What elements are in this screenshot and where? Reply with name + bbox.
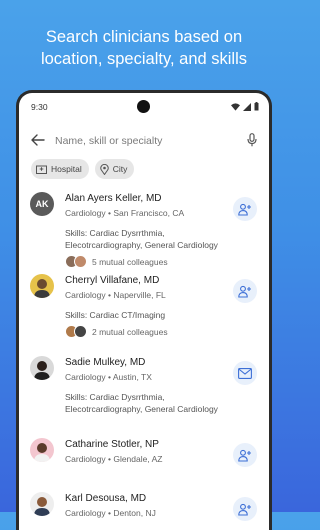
clinician-list: AK Alan Ayers Keller, MD Cardiology • Sa… [19, 189, 269, 529]
wifi-icon [231, 102, 240, 111]
add-connection-button[interactable] [233, 443, 257, 467]
microphone-icon[interactable] [247, 133, 257, 147]
avatar [30, 274, 54, 298]
signal-icon [243, 102, 251, 111]
status-time: 9:30 [31, 102, 48, 112]
search-bar[interactable]: Name, skill or specialty [19, 125, 269, 155]
clinician-name[interactable]: Catharine Stotler, NP [65, 439, 159, 450]
mutual-avatars [65, 255, 87, 268]
person-photo-icon [34, 443, 50, 462]
filter-chip-label: Hospital [51, 164, 82, 174]
clinician-name[interactable]: Cherryl Villafane, MD [65, 275, 159, 286]
add-person-icon [238, 203, 251, 216]
clinician-name[interactable]: Alan Ayers Keller, MD [65, 193, 162, 204]
clinician-name[interactable]: Sadie Mulkey, MD [65, 357, 145, 368]
avatar [30, 356, 54, 380]
skills-line: Skills: Cardiac CT/Imaging [65, 310, 166, 320]
mutual-avatar [74, 325, 87, 338]
clinician-skills: Skills: Cardiac Dysrrthmia, Elecotrcardi… [65, 391, 225, 415]
headline-line-2: location, specialty, and skills [40, 50, 248, 68]
mutual-avatars [65, 325, 87, 338]
mutual-avatar [74, 255, 87, 268]
clinician-card[interactable]: AK Alan Ayers Keller, MD Cardiology • Sa… [19, 189, 269, 271]
add-person-icon [238, 449, 251, 462]
clinician-specialty-location: Cardiology • Naperville, FL [65, 290, 166, 300]
add-connection-button[interactable] [233, 197, 257, 221]
location-pin-icon [100, 163, 109, 175]
avatar: AK [30, 192, 54, 216]
avatar [30, 492, 54, 516]
add-connection-button[interactable] [233, 497, 257, 521]
person-photo-icon [34, 497, 50, 516]
camera-cutout [137, 100, 150, 113]
avatar-initials: AK [35, 199, 49, 209]
clinician-card[interactable]: Sadie Mulkey, MD Cardiology • Austin, TX… [19, 353, 269, 435]
filter-chip-hospital[interactable]: Hospital [31, 159, 89, 179]
clinician-card[interactable]: Karl Desousa, MD Cardiology • Denton, NJ [19, 489, 269, 529]
status-bar: 9:30 [19, 93, 269, 123]
avatar [30, 438, 54, 462]
clinician-skills: Skills: Cardiac CT/Imaging [65, 309, 225, 321]
add-person-icon [238, 503, 251, 516]
person-photo-icon [34, 361, 50, 380]
promo-headline: Search clinicians based on location, spe… [0, 26, 288, 70]
clinician-specialty-location: Cardiology • Glendale, AZ [65, 454, 163, 464]
filter-chips: Hospital City [31, 159, 135, 179]
phone-frame: 9:30 Name, skill or specialty Hospital C… [16, 90, 272, 530]
envelope-icon [238, 367, 252, 379]
person-photo-icon [34, 279, 50, 298]
filter-chip-city[interactable]: City [94, 159, 135, 179]
clinician-specialty-location: Cardiology • San Francisco, CA [65, 208, 185, 218]
mutual-colleagues-count: 2 mutual colleagues [92, 326, 168, 337]
skills-line: Skills: Cardiac Dysrrthmia, [65, 228, 165, 238]
back-arrow-icon[interactable] [31, 133, 45, 147]
headline-line-1: Search clinicians based on [45, 28, 243, 46]
clinician-card[interactable]: Catharine Stotler, NP Cardiology • Glend… [19, 435, 269, 489]
mutual-colleagues[interactable]: 5 mutual colleagues [65, 255, 168, 268]
skills-line: Elecotrcardiography, General Cardiology [65, 240, 218, 250]
battery-icon [254, 102, 259, 111]
search-input[interactable]: Name, skill or specialty [55, 135, 162, 147]
clinician-card[interactable]: Cherryl Villafane, MD Cardiology • Naper… [19, 271, 269, 353]
mutual-colleagues-count: 5 mutual colleagues [92, 256, 168, 267]
filter-chip-label: City [112, 164, 128, 174]
skills-line: Skills: Cardiac Dysrrthmia, [65, 392, 165, 402]
clinician-name[interactable]: Karl Desousa, MD [65, 493, 146, 504]
skills-line: Elecotrcardiography, General Cardiology [65, 404, 218, 414]
add-connection-button[interactable] [233, 279, 257, 303]
system-icons [231, 102, 259, 111]
mutual-colleagues[interactable]: 2 mutual colleagues [65, 325, 168, 338]
message-button[interactable] [233, 361, 257, 385]
add-person-icon [238, 285, 251, 298]
clinician-specialty-location: Cardiology • Austin, TX [65, 372, 152, 382]
clinician-specialty-location: Cardiology • Denton, NJ [65, 508, 156, 518]
hospital-icon [36, 165, 47, 174]
clinician-skills: Skills: Cardiac Dysrrthmia, Elecotrcardi… [65, 227, 225, 251]
